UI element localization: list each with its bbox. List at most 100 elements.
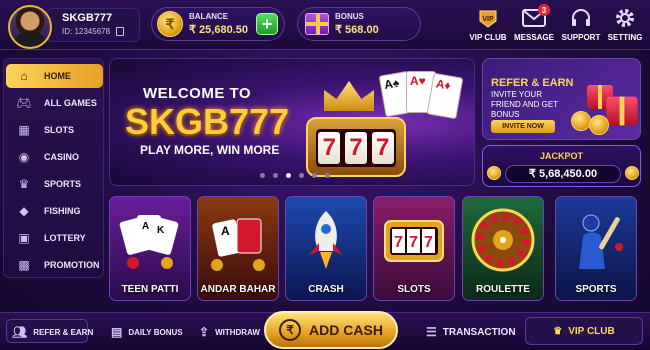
gift-icon: ▩ — [18, 258, 30, 272]
svg-text:7: 7 — [409, 234, 418, 251]
gamepad-icon: 🎮︎ — [16, 96, 32, 110]
setting-label: SETTING — [607, 33, 643, 42]
bonus-label: BONUS — [335, 12, 364, 21]
rocket-icon — [286, 197, 366, 282]
crown-icon — [324, 81, 374, 111]
game-tile-crash[interactable]: CRASH — [285, 196, 367, 301]
chip-icon: ◉ — [18, 150, 30, 164]
sidebar-item-all-games[interactable]: 🎮︎ ALL GAMES — [6, 91, 103, 115]
coin-icon — [625, 166, 639, 180]
promo-banner[interactable]: WELCOME TO SKGB777 PLAY MORE, WIN MORE A… — [109, 58, 475, 186]
coin-icon — [487, 166, 501, 180]
home-icon: ⌂ — [20, 69, 28, 83]
crown-icon: ♛ — [553, 325, 563, 337]
jackpot-card: JACKPOT ₹ 5,68,450.00 — [482, 145, 641, 187]
invite-now-button[interactable]: INVITE NOW — [491, 120, 555, 133]
vip-icon: VIP — [465, 6, 511, 30]
game-label: SPORTS — [575, 284, 617, 295]
teen-patti-art: AK — [110, 197, 190, 282]
calendar-icon: ▤ — [111, 325, 123, 339]
setting-button[interactable]: SETTING — [602, 6, 648, 42]
sidebar-item-fishing[interactable]: ◆ FISHING — [6, 199, 103, 223]
trophy-icon: ♛ — [18, 177, 30, 191]
game-tile-teen-patti[interactable]: AK TEEN PATTI — [109, 196, 191, 301]
sidebar-item-casino[interactable]: ◉ CASINO — [6, 145, 103, 169]
game-tile-sports[interactable]: SPORTS — [555, 196, 637, 301]
banner-tagline: PLAY MORE, WIN MORE — [140, 143, 280, 157]
rupee-icon: ₹ — [279, 319, 302, 341]
bonus-value: ₹ 568.00 — [335, 24, 379, 36]
headset-icon — [558, 6, 604, 30]
vip-club-bottom-button[interactable]: ♛ VIP CLUB — [525, 317, 643, 345]
slot-icon: ▦ — [18, 123, 30, 137]
playing-card: A♦ — [426, 72, 464, 120]
list-icon: ☰ — [426, 325, 437, 339]
slot-machine-graphic: 7 7 7 — [306, 117, 406, 177]
sidebar: ⌂ HOME 🎮︎ ALL GAMES ▦ SLOTS ◉ CASINO ♛ S… — [3, 58, 104, 278]
vip-club-button[interactable]: VIP VIP CLUB — [465, 6, 511, 42]
jackpot-title: JACKPOT — [539, 151, 583, 161]
rupee-coin-icon: ₹ — [157, 11, 183, 37]
banner-carousel-dots[interactable] — [260, 173, 330, 178]
svg-text:A: A — [221, 224, 230, 238]
fish-icon: ◆ — [19, 204, 29, 218]
coin-icon — [571, 111, 591, 131]
daily-bonus-button[interactable]: ▤ DAILY BONUS — [111, 321, 183, 343]
slot-reel: 7 — [318, 132, 341, 164]
upload-icon: ⇪ — [199, 325, 210, 339]
andar-bahar-art: A — [198, 197, 278, 282]
sidebar-item-slots[interactable]: ▦ SLOTS — [6, 118, 103, 142]
transaction-button[interactable]: ☰ TRANSACTION — [426, 321, 516, 343]
carousel-dot[interactable] — [273, 173, 278, 178]
sidebar-item-lottery[interactable]: ▣ LOTTERY — [6, 226, 103, 250]
sidebar-item-home[interactable]: ⌂ HOME — [6, 64, 103, 88]
support-button[interactable]: SUPPORT — [558, 6, 604, 42]
message-button[interactable]: 3 MESSAGE — [511, 4, 557, 42]
gift-box-icon — [606, 96, 638, 126]
banner-welcome-text: WELCOME TO — [143, 85, 252, 102]
svg-text:A: A — [142, 221, 149, 232]
sidebar-item-sports[interactable]: ♛ SPORTS — [6, 172, 103, 196]
ticket-icon: ▣ — [18, 231, 30, 245]
game-tile-roulette[interactable]: ROULETTE — [462, 196, 544, 301]
game-tile-andar-bahar[interactable]: A ANDAR BAHAR — [197, 196, 279, 301]
carousel-dot[interactable] — [286, 173, 291, 178]
cricket-player-icon — [556, 197, 636, 282]
carousel-dot[interactable] — [299, 173, 304, 178]
slot-machine-icon: 777 — [374, 197, 454, 282]
withdraw-button[interactable]: ⇪ WITHDRAW — [199, 321, 260, 343]
add-balance-button[interactable]: + — [256, 13, 278, 35]
user-id: ID: 12345678 — [62, 27, 111, 36]
copy-icon[interactable] — [116, 27, 124, 36]
game-label: CRASH — [308, 284, 344, 295]
game-label: ANDAR BAHAR — [200, 284, 276, 295]
slot-reel: 7 — [371, 132, 394, 164]
game-label: SLOTS — [397, 284, 431, 295]
carousel-dot[interactable] — [325, 173, 330, 178]
carousel-dot[interactable] — [260, 173, 265, 178]
refer-earn-card[interactable]: REFER & EARN INVITE YOUR FRIEND AND GET … — [482, 58, 641, 140]
gift-icon — [305, 13, 329, 35]
svg-text:7: 7 — [394, 234, 403, 251]
carousel-dot[interactable] — [312, 173, 317, 178]
sidebar-item-promotion[interactable]: ▩ PROMOTION — [6, 253, 103, 277]
username: SKGB777 — [62, 12, 113, 24]
balance-value: ₹ 25,680.50 — [189, 24, 248, 36]
add-cash-label: ADD CASH — [309, 322, 383, 338]
support-label: SUPPORT — [561, 33, 601, 42]
message-label: MESSAGE — [513, 33, 554, 42]
slot-reel: 7 — [344, 132, 367, 164]
refer-title: REFER & EARN — [491, 77, 574, 89]
banner-brand-text: SKGB777 — [125, 101, 290, 142]
refer-subtitle: INVITE YOUR FRIEND AND GET BONUS — [491, 90, 558, 119]
gear-icon — [602, 6, 648, 30]
game-tile-slots[interactable]: 777 SLOTS — [373, 196, 455, 301]
users-icon: 👥︎ — [12, 325, 28, 339]
refer-earn-nav[interactable]: 👥︎ REFER & EARN — [12, 321, 93, 343]
svg-text:VIP: VIP — [482, 16, 494, 23]
avatar[interactable] — [8, 5, 52, 49]
add-cash-button[interactable]: ₹ ADD CASH — [264, 311, 398, 349]
balance-label: BALANCE — [189, 12, 229, 21]
message-badge: 3 — [538, 4, 550, 16]
game-label: TEEN PATTI — [121, 284, 179, 295]
